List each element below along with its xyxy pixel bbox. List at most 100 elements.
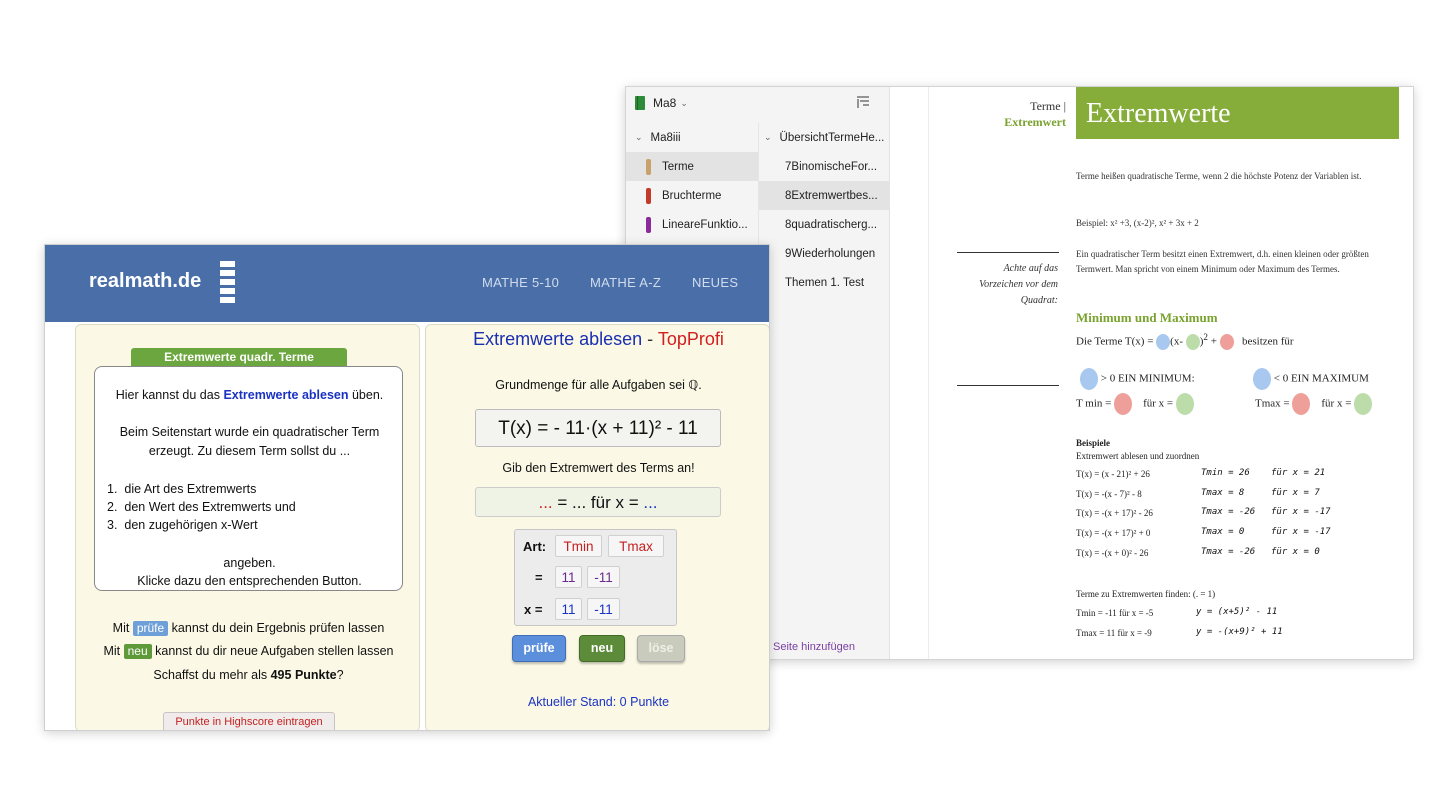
section-bruchterme[interactable]: Bruchterme [626,181,758,210]
extreme-text: Ein quadratischer Term besitzt einen Ext… [1076,249,1369,274]
neu-button[interactable]: neu [579,635,625,662]
intro-line: Hier kannst du das Extremwerte ablesen ü… [95,386,404,405]
handwritten-x: für x = 0 [1271,547,1320,557]
loese-button[interactable]: löse [637,635,685,662]
list-item-text: den zugehörigen x-Wert [124,518,258,532]
fuer-x-label: für x = [1143,397,1174,410]
art-label: Art: [523,539,547,554]
intro-text: üben. [351,388,384,402]
section-group[interactable]: ⌄ Ma8iii [626,123,758,152]
section-label: Bruchterme [662,189,722,202]
handwritten-value: Tmax = 8 [1201,488,1245,498]
value-option[interactable]: 11 [555,566,582,588]
target-score: 495 Punkte [270,668,337,682]
page-title: Extremwerte [1076,87,1399,139]
instructions-panel: Extremwerte quadr. Terme Hier kannst du … [75,324,421,730]
nav-mathe-5-10[interactable]: MATHE 5-10 [482,275,559,290]
chevron-down-icon: ⌄ [635,132,643,142]
page-item[interactable]: 7BinomischeFor... [759,152,890,181]
red-blob [1219,334,1234,351]
handwritten-value: Tmin = 26 [1201,468,1250,478]
answer-display: ... = ... für x = ... [475,487,721,517]
section-lineare-funktionen[interactable]: LineareFunktio... [626,210,758,239]
section-label: Terme [662,160,694,173]
nav-mathe-a-z[interactable]: MATHE A-Z [590,275,661,290]
notebook-name: Ma8 [653,96,677,110]
pruefe-button[interactable]: prüfe [512,635,566,662]
page-divider [928,87,929,659]
value-option[interactable]: -11 [587,566,620,588]
blue-blob [1156,334,1171,351]
green-blob [1185,334,1200,351]
add-page-button[interactable]: Seite hinzufügen [773,641,855,653]
instructions-box: Hier kannst du das Extremwerte ablesen ü… [94,366,403,591]
note-page: Terme | Extremwert Extremwerte Terme hei… [890,87,1413,659]
page-label: 8Extremwertbes... [785,189,878,202]
find-row: Tmin = -11 für x = -5 [1076,608,1154,618]
instruction-line: angeben. [223,556,276,570]
page-item-active[interactable]: 8Extremwertbes... [759,181,890,210]
site-logo[interactable]: realmath.de [89,270,201,293]
list-item: 1. die Art des Extremwerts [107,482,257,496]
page-item[interactable]: 8quadratischerg... [759,210,890,239]
score-status: Aktueller Stand: 0 Punkte [527,695,670,709]
blue-blob [1253,368,1271,390]
handwritten-x: für x = 7 [1271,488,1320,498]
divider-line [957,385,1059,386]
tmin-option[interactable]: Tmin [555,535,602,557]
highscore-button[interactable]: Punkte in Highscore eintragen [163,712,335,730]
section-color-tab [646,216,651,233]
terms-intro-exponent: 2 [1203,332,1208,342]
nav-neues[interactable]: NEUES [692,275,738,290]
instruction-line: Beim Seitenstart wurde ein quadratischer… [119,425,380,439]
sort-icon[interactable] [855,94,871,110]
page-list: ⌄ ÜbersichtTermeHe... 7BinomischeFor... … [758,123,890,659]
maximum-label: < 0 EIN MAXIMUM [1273,372,1369,385]
grundmenge-text: Grundmenge für alle Aufgaben sei ℚ. [495,378,702,392]
hint-text: Mit [103,644,121,658]
chevron-down-icon: ⌄ [680,97,688,108]
handwritten-value: Tmax = 0 [1201,527,1245,537]
intro-text: Terme heißen quadratische Terme, wenn 2 … [1076,171,1362,181]
handwritten-x: für x = 21 [1271,468,1326,478]
terms-intro-text: Die Terme T(x) = [1076,335,1154,348]
blue-blob [1080,368,1098,390]
prompt-text: Gib den Extremwert des Terms an! [502,461,695,475]
page-item[interactable]: Themen 1. Test [759,268,890,297]
pruefe-chip: prüfe [132,621,169,636]
logo-bars-icon [220,261,235,306]
section-group-label: Ma8iii [650,131,681,144]
page-item[interactable]: 9Wiederholungen [759,239,890,268]
x-label: x = [524,602,543,617]
page-label: 9Wiederholungen [785,247,876,260]
tmax-option[interactable]: Tmax [608,535,664,557]
breadcrumb: Terme | Extremwert [1004,98,1066,130]
exercise-title-dash: - [642,329,658,349]
notebook-selector[interactable]: Ma8 ⌄ [626,87,890,119]
red-blob [1292,393,1311,415]
list-item-text: die Art des Extremwerts [124,482,257,496]
section-heading: Minimum und Maximum [1076,310,1218,325]
notebook-icon [635,96,645,110]
example-term: T(x) = -(x - 7)² - 8 [1076,489,1142,499]
answer-x: ... [643,493,658,512]
example-term: T(x) = -(x + 17)² + 0 [1076,528,1151,538]
minimum-rule: > 0 EIN MINIMUM: [1080,368,1195,390]
tmax-row: Tmax = für x = [1255,393,1373,415]
red-blob [1114,393,1133,415]
page-group[interactable]: ⌄ ÜbersichtTermeHe... [759,123,890,152]
section-terme[interactable]: Terme [626,152,758,181]
x-option[interactable]: 11 [555,598,582,620]
green-blob [1175,393,1194,415]
x-option[interactable]: -11 [587,598,620,620]
neu-chip: neu [123,644,152,659]
terms-intro: Die Terme T(x) = (x- )2 + besitzen für [1076,332,1294,351]
find-heading: Terme zu Extremwerten finden: (. = 1) [1076,589,1216,599]
instruction-line: Klicke dazu den entsprechenden Button. [137,574,362,588]
hint-pruefe: Mit prüfe kannst du dein Ergebnis prüfen… [76,621,421,636]
page-label: 8quadratischerg... [785,218,878,231]
equals-label: = [535,570,543,585]
tmax-label: Tmax = [1255,397,1290,410]
exercise-panel: Extremwerte ablesen - TopProfi Grundmeng… [425,324,769,730]
breadcrumb-sub: Extremwert [1004,115,1066,129]
